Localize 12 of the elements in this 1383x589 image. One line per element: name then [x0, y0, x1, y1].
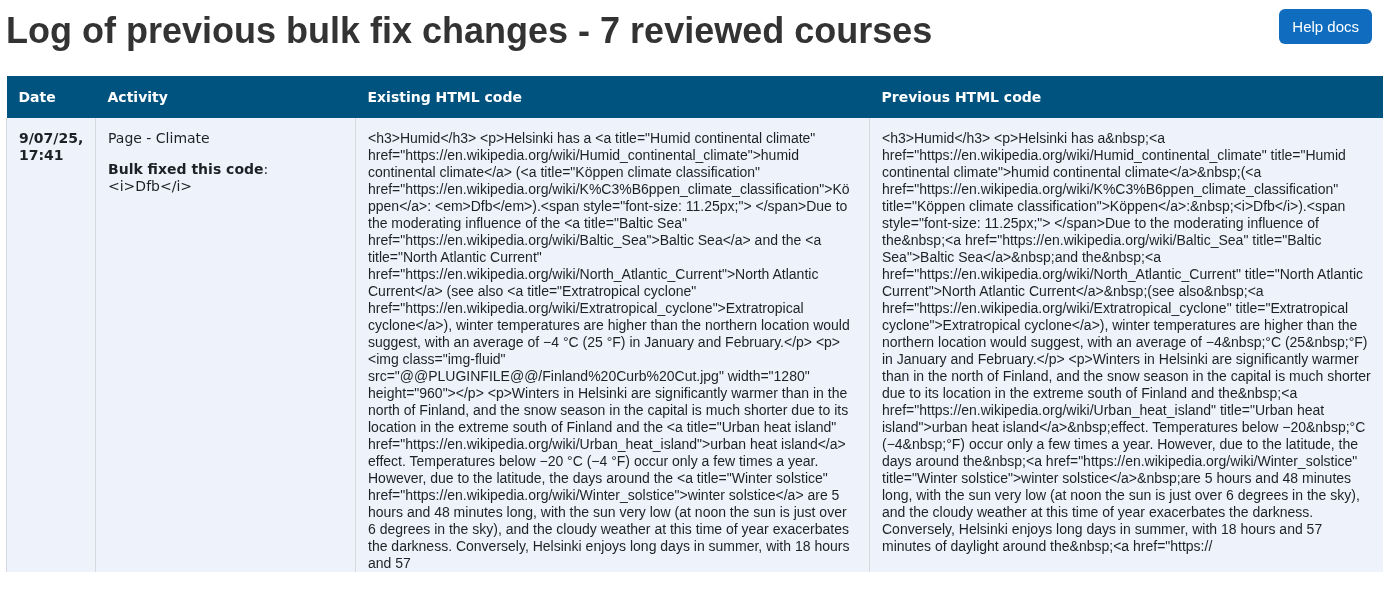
page-title: Log of previous bulk fix changes - 7 reviewed courses — [6, 9, 933, 53]
existing-html-code: <h3>Humid</h3> <p>Helsinki has a <a title="Humid continental climate" href="https://en.wikipedia.org/wiki/Humid_continental_climate">humid continental climate</a> (<a title="Köppen climate classification" href="https://en.wikipedia.org/wiki/K%C3%B6ppen_climate_classification">Köppen</a>: <em>Dfb</em>).<span style="font-size: 11.25px;"> </span>Due to the moderating influence of the <a title="Baltic Sea" href="https://en.wikipedia.org/wiki/Baltic_Sea">Baltic Sea</a> and the <a title="North Atlantic Current" href="https://en.wikipedia.org/wiki/North_Atlantic_Current">North Atlantic Current</a> (see also <a title="Extratropical cyclone" href="https://en.wikipedia.org/wiki/Extratropical_cyclone">Extratropical cyclone</a>), winter temperatures are higher than the northern location would suggest, with an average of −4 °C (25 °F) in January and February.</p> <p><img class="img-fluid" src="@@PLUGINFILE@@/Finland%20Curb%20Cut.jpg" width="1280" height="960"></p> <p>Winters in Helsinki are significantly warmer than in the north of Finland, and the snow season in the capital is much shorter due to its location in the extreme south of Finland and the <a title="Urban heat island" href="https://en.wikipedia.org/wiki/Urban_heat_island">urban heat island</a> effect. Temperatures below −20 °C (−4 °F) occur only a few times a year. However, due to the latitude, the days around the <a title="Winter solstice" href="https://en.wikipedia.org/wiki/Winter_solstice">winter solstice</a> are 5 hours and 48 minutes long, with the sun very low (at noon the sun is just over 6 degrees in the sky), and the cloudy weather at this time of year exacerbates the darkness. Conversely, Helsinki enjoys long days in summer, with 18 hours and 57 — [368, 130, 851, 572]
activity-name: Page - Climate — [108, 130, 211, 147]
bulk-fix-code: <i>Dfb</i> — [108, 178, 193, 195]
column-header: Existing HTML code — [355, 76, 870, 118]
column-header: Activity — [95, 76, 356, 118]
help-docs-button[interactable]: Help docs — [1279, 9, 1372, 44]
date-text: 9/07/25, 17:41 — [19, 130, 83, 164]
column-header: Previous HTML code — [869, 76, 1383, 118]
bulk-fix-label: Bulk fixed this code: — [108, 161, 270, 178]
previous-html-code: <h3>Humid</h3> <p>Helsinki has a&nbsp;<a href="https://en.wikipedia.org/wiki/Humid_continental_climate" title="Humid continental climate">humid continental climate</a>&nbsp;(<a href="https://en.wikipedia.org/wiki/K%C3%B6ppen_climate_classification" title="Köppen climate classification">Köppen</a>:&nbsp;<i>Dfb</i>).<span style="font-size: 11.25px;"> </span>Due to the moderating influence of the&nbsp;<a href="https://en.wikipedia.org/wiki/Baltic_Sea" title="Baltic Sea">Baltic Sea</a>&nbsp;and the&nbsp;<a href="https://en.wikipedia.org/wiki/North_Atlantic_Current" title="North Atlantic Current">North Atlantic Current</a>&nbsp;(see also&nbsp;<a href="https://en.wikipedia.org/wiki/Extratropical_cyclone" title="Extratropical cyclone">Extratropical cyclone</a>), winter temperatures are higher than the northern location would suggest, with an average of −4&nbsp;°C (25&nbsp;°F) in January and February.</p> <p>Winters in Helsinki are significantly warmer than in the north of Finland, and the snow season in the capital is much shorter due to its location in the extreme south of Finland and the&nbsp;<a href="https://en.wikipedia.org/wiki/Urban_heat_island" title="Urban heat island">urban heat island</a>&nbsp;effect. Temperatures below −20&nbsp;°C (−4&nbsp;°F) occur only a few times a year. However, due to the latitude, the days around the&nbsp;<a href="https://en.wikipedia.org/wiki/Winter_solstice" title="Winter solstice">winter solstice</a>&nbsp;are 5 hours and 48 minutes long, with the sun very low (at noon the sun is just over 6 degrees in the sky), and the cloudy weather at this time of year exacerbates the darkness. Conversely, Helsinki enjoys long days in summer, with 18 hours and 57 minutes of daylight around the&nbsp;<a href="https:// — [882, 130, 1371, 555]
column-header: Date — [6, 76, 96, 118]
